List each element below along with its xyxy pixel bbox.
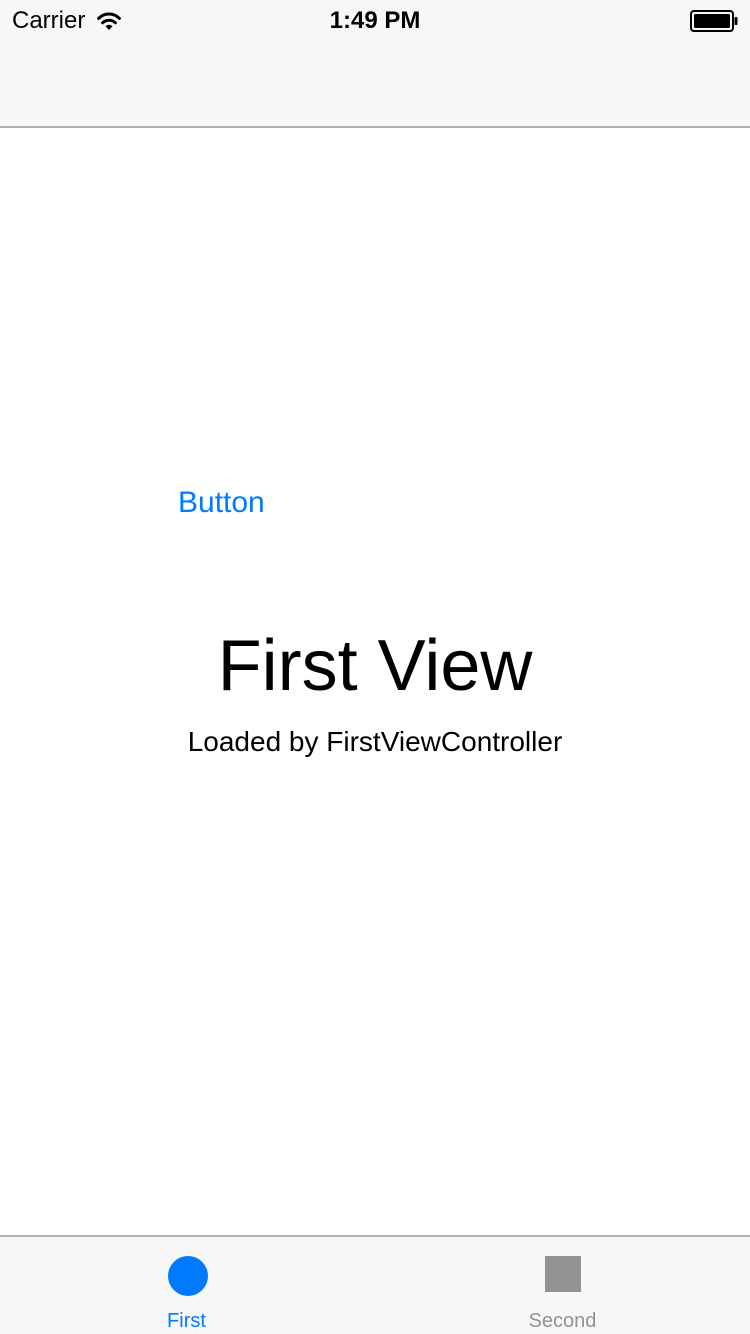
- tab-second[interactable]: Second: [375, 1237, 750, 1334]
- page-subtitle: Loaded by FirstViewController: [187, 726, 563, 757]
- status-time: 1:49 PM: [329, 7, 421, 34]
- battery-full-icon: [690, 10, 738, 32]
- top-bar: Carrier 1:49 PM: [0, 0, 750, 128]
- tab-bar: First Second: [0, 1235, 750, 1334]
- page-title: First View: [217, 626, 533, 706]
- tab-first-label: First: [167, 1310, 206, 1332]
- action-button[interactable]: Button: [178, 483, 265, 523]
- main-content: Button First View Loaded by FirstViewCon…: [0, 128, 750, 1235]
- circle-icon: [168, 1256, 208, 1296]
- square-icon: [545, 1256, 581, 1292]
- tab-first[interactable]: First: [0, 1237, 375, 1334]
- tab-second-label: Second: [528, 1310, 597, 1332]
